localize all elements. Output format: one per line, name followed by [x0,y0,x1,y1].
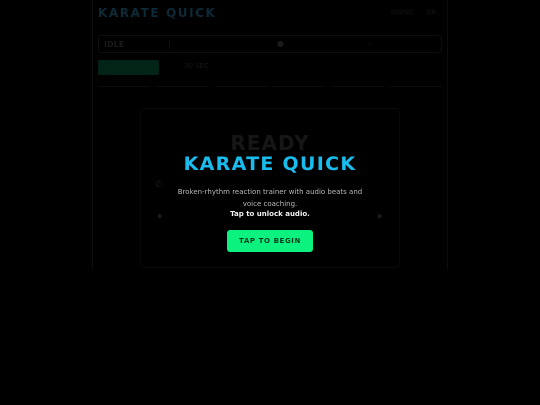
sound-label: SOUND [390,9,413,16]
sound-toggle: SOUND ON [391,9,436,16]
option-item [389,84,442,87]
phone-icon: ✆ [155,180,163,190]
option-item [98,84,150,87]
option-item [156,84,209,87]
sound-state: ON [426,9,436,16]
overlay-description: Broken-rhythm reaction trainer with audi… [177,188,363,208]
status-bar: IDLE ● ⌄ [98,35,442,53]
options-row [98,84,442,87]
mic-icon: ● [277,39,284,48]
tap-to-begin-button[interactable]: TAP TO BEGIN [227,230,313,252]
chevron-down-icon: ⌄ [367,39,373,47]
ready-label: READY [230,131,310,155]
session-length: 30 SEC [184,62,209,70]
unlock-audio-hint: Tap to unlock audio. [230,210,310,218]
option-item [273,84,326,87]
status-state: IDLE [104,39,125,49]
app-title: KARATE QUICK [98,6,217,20]
start-button [98,60,159,75]
overlay-title: KARATE QUICK [183,153,357,175]
option-item [214,84,267,87]
option-item [331,84,384,87]
status-divider [169,40,170,49]
